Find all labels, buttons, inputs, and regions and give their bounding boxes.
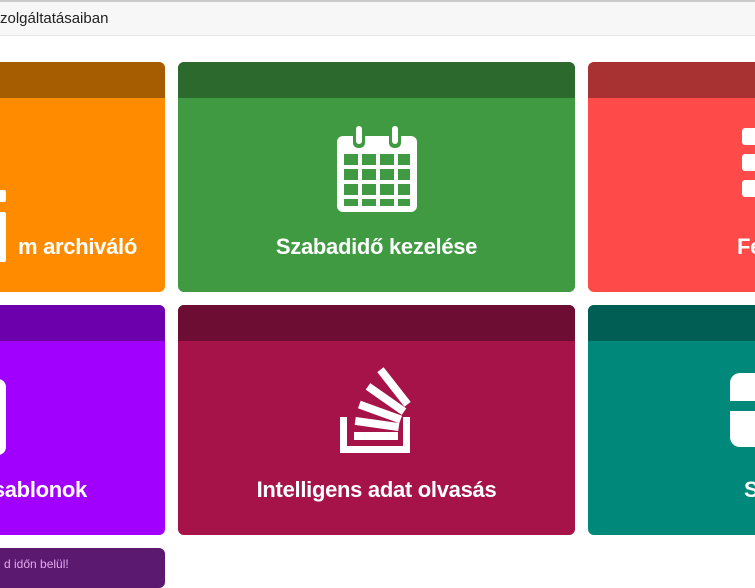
tile-header (0, 62, 165, 98)
tile-label: S (744, 477, 755, 502)
calendar-icon (337, 124, 417, 212)
tile-templates[interactable]: sablonok (0, 305, 165, 535)
list-icon (742, 128, 755, 198)
tile-leave-management[interactable]: Szabadidő kezelése (178, 62, 575, 292)
tile-label: Szabadidő kezelése (275, 234, 478, 259)
tile-archive[interactable]: m archiváló (0, 62, 165, 292)
tile-header (588, 62, 755, 98)
tile-header (178, 62, 575, 98)
tile-footer-text: d időn belül! (4, 557, 69, 571)
tile-partial-right-bottom[interactable]: S (588, 305, 755, 535)
archive-icon (0, 190, 6, 266)
template-icon (0, 379, 6, 455)
tile-header (0, 305, 165, 341)
tile-partial-right-top[interactable]: Fe (588, 62, 755, 292)
tile-label: m archiváló (18, 234, 137, 259)
page-heading-fragment: zolgáltatásaiban (0, 10, 109, 27)
tile-header (588, 305, 755, 341)
tile-label: Intelligens adat olvasás (256, 477, 497, 502)
tile-label: Fe (737, 234, 755, 259)
tile-intelligent-data-reading[interactable]: Intelligens adat olvasás (178, 305, 575, 535)
box-icon (730, 373, 755, 449)
tile-header (178, 305, 575, 341)
tile-partial-bottom[interactable]: d időn belül! (0, 548, 165, 588)
tile-label: sablonok (0, 477, 87, 502)
browser-top-bar: zolgáltatásaiban (0, 0, 755, 36)
stack-icon (340, 367, 411, 453)
